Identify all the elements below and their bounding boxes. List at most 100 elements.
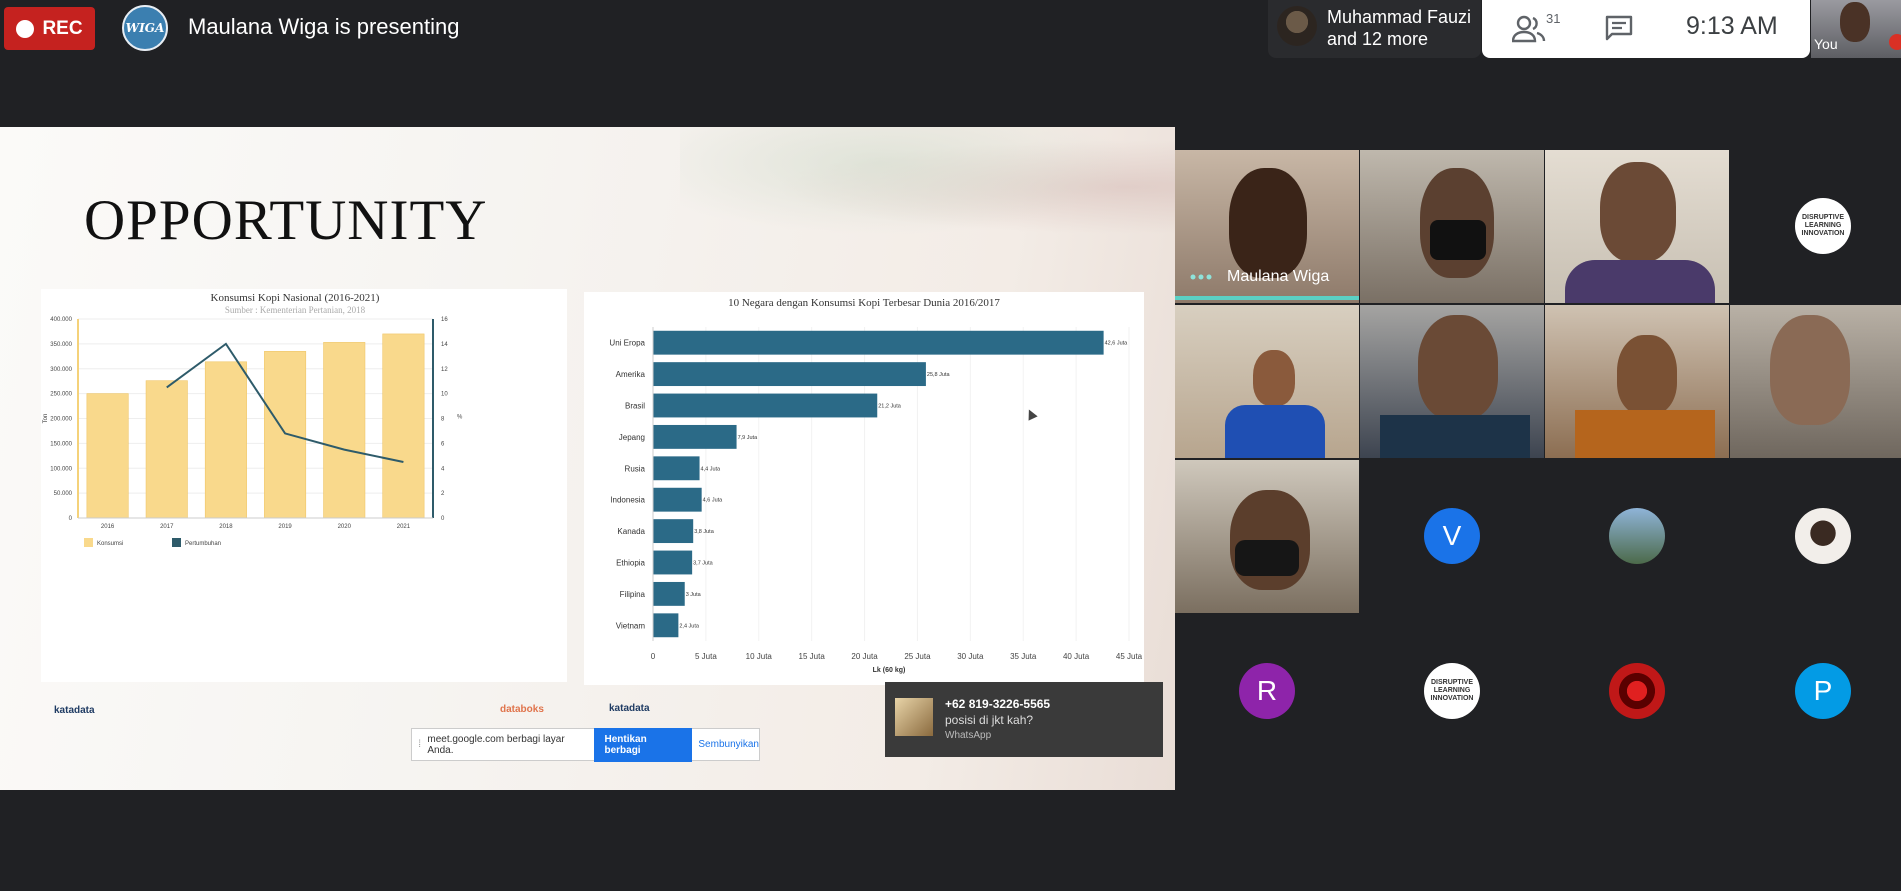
chart2-bar [653, 613, 679, 638]
joined-users-text: Muhammad Fauzi and 12 more [1327, 6, 1471, 50]
chart1-x-tick: 2021 [397, 524, 411, 530]
participant-photo-avatar-3 [1609, 663, 1665, 719]
chart1-y-tick: 300.000 [50, 367, 72, 373]
meeting-clock: 9:13 AM [1686, 12, 1778, 40]
stop-sharing-button[interactable]: Hentikan berbagi [594, 727, 693, 762]
participant-tile-7[interactable] [1545, 305, 1729, 458]
chart1-x-tick: 2018 [219, 524, 233, 530]
participant-tile-6[interactable] [1360, 305, 1544, 458]
chart2-category-label: Kanada [617, 527, 645, 536]
notification-sender: +62 819-3226-5565 [945, 697, 1051, 711]
chart-world-consumption: 10 Negara dengan Konsumsi Kopi Terbesar … [609, 297, 1143, 674]
people-icon[interactable] [1512, 14, 1546, 44]
chart1-y-tick: 400.000 [50, 317, 72, 323]
participant-tile-v[interactable]: V [1360, 460, 1544, 613]
chart1-y-tick: 150.000 [50, 441, 72, 447]
chart1-y-tick: 200.000 [50, 417, 72, 423]
participant-tile-2[interactable] [1360, 150, 1544, 303]
chart2-value-label: 4,6 Juta [703, 498, 724, 504]
self-view-label: You [1814, 36, 1838, 52]
chart2-category-label: Indonesia [610, 496, 645, 505]
chart2-x-tick: 25 Juta [904, 652, 931, 661]
chart2-bar [653, 424, 737, 449]
recording-indicator: REC [4, 7, 95, 50]
participant-tile-5[interactable] [1175, 305, 1359, 458]
chart2-bar [653, 456, 700, 481]
participant-tile-photo-1[interactable] [1545, 460, 1729, 613]
chart1-legend-label-konsumsi: Konsumsi [97, 541, 123, 547]
chart2-value-label: 2,4 Juta [679, 623, 700, 629]
chat-icon[interactable] [1604, 14, 1634, 42]
chart1-y-right-tick: 4 [441, 466, 445, 472]
chart2-category-label: Brasil [625, 402, 645, 411]
org-logo-2: DISRUPTIVE LEARNING INNOVATION [1424, 663, 1480, 719]
chart2-value-label: 3 Juta [686, 592, 702, 598]
self-view-face [1840, 2, 1870, 42]
chart1-x-tick: 2016 [101, 524, 115, 530]
chart2-category-label: Jepang [619, 433, 645, 442]
chart1-y-right-tick: 12 [441, 367, 448, 373]
participant-tile-org-1[interactable]: DISRUPTIVE LEARNING INNOVATION [1730, 150, 1901, 303]
chart1-bar [86, 393, 129, 519]
presenting-status: Maulana Wiga is presenting [188, 14, 460, 39]
participant-tile-r[interactable]: R [1175, 615, 1359, 768]
chart1-x-tick: 2017 [160, 524, 174, 530]
chart2-value-label: 42,6 Juta [1105, 341, 1129, 347]
chart2-xlabel: Lk (60 kg) [873, 667, 906, 674]
participant-tile-p[interactable]: P [1730, 615, 1901, 768]
joined-line-1: Muhammad Fauzi [1327, 7, 1472, 27]
chart2-bar [653, 550, 693, 575]
chart1-y-tick: 250.000 [50, 392, 72, 398]
participant-tile-photo-2[interactable] [1730, 460, 1901, 613]
speaking-dots-icon [1190, 274, 1212, 280]
chart1-bar [204, 361, 247, 519]
chart1-bar [145, 380, 188, 519]
chart1-y-tick: 50.000 [54, 491, 73, 497]
share-message: meet.google.com berbagi layar Anda. [427, 733, 565, 756]
chart2-category-label: Ethiopia [616, 559, 645, 568]
participant-tile-8[interactable] [1730, 305, 1901, 458]
hide-share-bar-link[interactable]: Sembunyikan [698, 739, 759, 750]
chart1-subtitle: Sumber : Kementerian Pertanian, 2018 [225, 305, 366, 315]
chart1-y-tick: 0 [69, 516, 73, 522]
chart2-bar [653, 362, 926, 387]
presenter-avatar: WIGA [122, 5, 168, 51]
chart1-bar [323, 342, 366, 519]
katadata-logo: katadata [54, 705, 95, 716]
chart1-ylabel: Ton [43, 414, 49, 424]
chart2-category-label: Rusia [625, 464, 646, 473]
chart2-value-label: 4,4 Juta [701, 466, 722, 472]
participant-photo-avatar-2 [1795, 508, 1851, 564]
chart2-x-tick: 20 Juta [851, 652, 878, 661]
notification-contact-image [895, 698, 933, 736]
chart1-x-tick: 2020 [338, 524, 352, 530]
chart2-category-label: Amerika [616, 370, 646, 379]
chart1-y-right-tick: 6 [441, 441, 445, 447]
participant-tile-9[interactable] [1175, 460, 1359, 613]
chart2-x-tick: 45 Juta [1116, 652, 1143, 661]
slide-floral-decoration [680, 127, 1175, 247]
chart2-value-label: 21,2 Juta [878, 404, 902, 410]
active-speaker-indicator [1175, 296, 1359, 300]
chart1-y-right-tick: 14 [441, 342, 448, 348]
chart1-y-right-tick: 0 [441, 516, 445, 522]
chart2-bar [653, 393, 878, 418]
chart2-x-tick: 10 Juta [746, 652, 773, 661]
participant-tile-org-2[interactable]: DISRUPTIVE LEARNING INNOVATION [1360, 615, 1544, 768]
chart2-bar [653, 330, 1104, 355]
chart1-bar [264, 351, 307, 519]
muted-mic-icon [1889, 34, 1901, 50]
drag-handle-icon[interactable]: ⁞ [412, 739, 427, 750]
chart1-ylabel-right: % [457, 415, 463, 421]
chart2-title: 10 Negara dengan Konsumsi Kopi Terbesar … [728, 297, 1000, 309]
chart2-x-tick: 15 Juta [799, 652, 826, 661]
participant-tile-3[interactable] [1545, 150, 1729, 303]
participant-count: 31 [1546, 11, 1561, 26]
chart2-x-tick: 5 Juta [695, 652, 717, 661]
participant-initial-v: V [1424, 508, 1480, 564]
chart2-value-label: 3,7 Juta [693, 561, 714, 567]
rec-label: REC [42, 17, 83, 39]
participant-initial-r: R [1239, 663, 1295, 719]
chart1-bar [382, 333, 425, 519]
participant-tile-photo-3[interactable] [1545, 615, 1729, 768]
